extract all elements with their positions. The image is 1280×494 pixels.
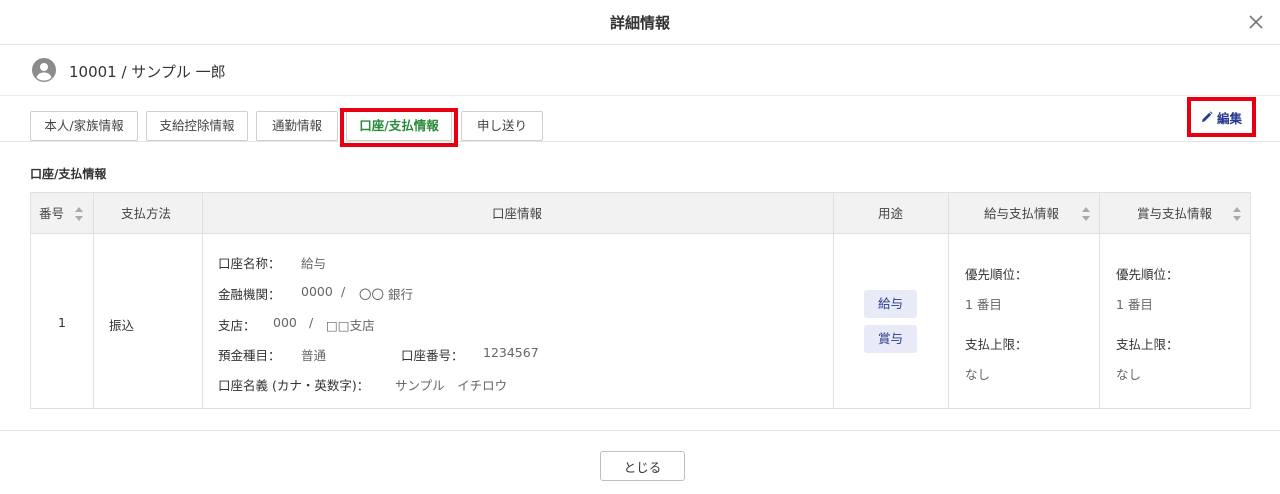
salary-limit-label: 支払上限： xyxy=(965,337,1028,352)
table-header xyxy=(31,193,1250,234)
bank-label: 金融機関： xyxy=(218,287,281,302)
edit-button-label: 編集 xyxy=(1216,110,1242,126)
bonus-priority-value: 1 番目 xyxy=(1116,297,1153,312)
column-header-payment-method: 支払方法 xyxy=(121,206,172,221)
edit-button[interactable]: 編集 xyxy=(1191,101,1252,133)
footer-divider xyxy=(0,430,1280,431)
row-number: 1 xyxy=(58,315,66,330)
bonus-priority-label: 優先順位： xyxy=(1116,267,1179,282)
sort-icon[interactable] xyxy=(74,206,84,222)
branch-label: 支店： xyxy=(218,318,256,333)
account-holder-value: サンプル イチロウ xyxy=(395,378,508,393)
column-header-bonus-payment: 賞与支払情報 xyxy=(1137,206,1213,221)
bank-separator: / xyxy=(341,284,346,299)
account-holder-label: 口座名義 (カナ・英数字)： xyxy=(218,378,370,393)
column-header-salary-payment: 給与支払情報 xyxy=(984,206,1060,221)
account-name-label: 口座名称： xyxy=(218,256,281,271)
tab-personal-family[interactable]: 本人/家族情報 xyxy=(30,111,138,141)
employee-name: 10001 / サンプル 一郎 xyxy=(69,63,226,81)
column-divider xyxy=(833,193,834,408)
account-table: 番号 支払方法 口座情報 用途 給与支払情報 賞与支払情報 1 振込 口座名称：… xyxy=(30,192,1251,409)
tab-account-payment[interactable]: 口座/支払情報 xyxy=(346,111,452,141)
column-header-number: 番号 xyxy=(39,206,65,221)
salary-limit-value: なし xyxy=(965,367,991,382)
branch-name: □□支店 xyxy=(326,318,375,333)
bank-name: 〇〇 銀行 xyxy=(359,287,413,302)
modal-header: 詳細情報 xyxy=(0,0,1280,45)
account-name-value: 給与 xyxy=(301,256,327,271)
column-divider xyxy=(93,193,94,408)
bank-code: 0000 xyxy=(301,284,333,299)
column-divider xyxy=(948,193,949,408)
usage-badge-bonus: 賞与 xyxy=(864,325,917,353)
tab-payment-deduction[interactable]: 支給控除情報 xyxy=(146,111,248,141)
bonus-limit-label: 支払上限： xyxy=(1116,337,1179,352)
column-header-usage: 用途 xyxy=(878,206,904,221)
sort-icon[interactable] xyxy=(1232,206,1242,222)
modal-title: 詳細情報 xyxy=(609,14,670,32)
tab-bar: 本人/家族情報 支給控除情報 通勤情報 口座/支払情報 申し送り xyxy=(0,96,1280,142)
bonus-limit-value: なし xyxy=(1116,367,1142,382)
usage-badge-salary: 給与 xyxy=(864,290,917,318)
user-avatar-icon xyxy=(32,58,56,82)
salary-priority-value: 1 番目 xyxy=(965,297,1002,312)
branch-code: 000 xyxy=(273,315,297,330)
column-divider xyxy=(1099,193,1100,408)
salary-priority-label: 優先順位： xyxy=(965,267,1028,282)
sort-icon[interactable] xyxy=(1081,206,1091,222)
edit-highlight-frame: 編集 xyxy=(1187,97,1256,137)
tab-commute[interactable]: 通勤情報 xyxy=(256,111,338,141)
branch-separator: / xyxy=(309,315,314,330)
column-header-account-info: 口座情報 xyxy=(492,206,543,221)
pencil-icon xyxy=(1201,111,1213,122)
close-button[interactable]: とじる xyxy=(600,451,685,481)
tab-handover[interactable]: 申し送り xyxy=(461,111,543,141)
row-payment-method: 振込 xyxy=(109,318,135,333)
column-divider xyxy=(202,193,203,408)
account-number-label: 口座番号： xyxy=(401,348,464,363)
section-title: 口座/支払情報 xyxy=(30,167,107,181)
deposit-type-value: 普通 xyxy=(301,348,327,363)
close-icon[interactable] xyxy=(1244,10,1268,34)
account-number-value: 1234567 xyxy=(483,345,539,360)
employee-row: 10001 / サンプル 一郎 xyxy=(0,45,1280,96)
deposit-type-label: 預金種目： xyxy=(218,348,281,363)
